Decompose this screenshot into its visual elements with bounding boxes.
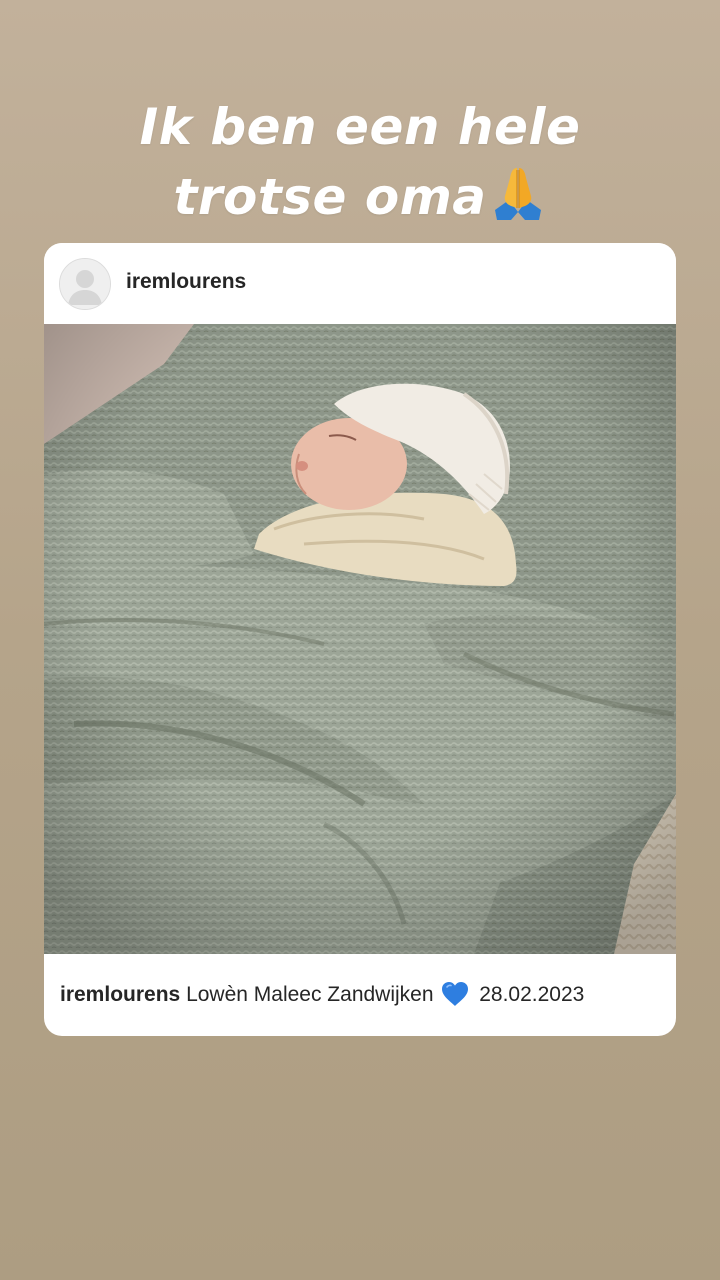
blue-heart-icon [442, 982, 469, 1006]
avatar[interactable] [59, 258, 111, 310]
newborn-photo[interactable] [44, 324, 676, 954]
caption-text: Lowèn Maleec Zandwijken [186, 983, 434, 1006]
headline-line-2-wrap: trotse oma [0, 162, 720, 232]
caption-username[interactable]: iremlourens [60, 983, 180, 1006]
post-username[interactable]: iremlourens [126, 270, 246, 294]
headline-line-1: Ik ben een hele [139, 98, 581, 156]
headline-line-2: trotse oma [173, 168, 487, 226]
folded-hands-icon [494, 168, 541, 220]
caption-date: 28.02.2023 [479, 983, 585, 1006]
story-screen: Ik ben een hele trotse oma iremlourens i… [0, 0, 720, 1280]
post-header: iremlourens [44, 243, 676, 324]
default-avatar-icon [60, 259, 110, 309]
photo-illustration [44, 324, 676, 954]
story-headline: Ik ben een hele trotse oma [0, 92, 720, 232]
shared-post-card[interactable]: iremlourens iremlourens Lowèn Maleec Zan… [44, 243, 676, 1036]
post-caption: iremlourens Lowèn Maleec Zandwijken 28.0… [60, 981, 670, 1007]
